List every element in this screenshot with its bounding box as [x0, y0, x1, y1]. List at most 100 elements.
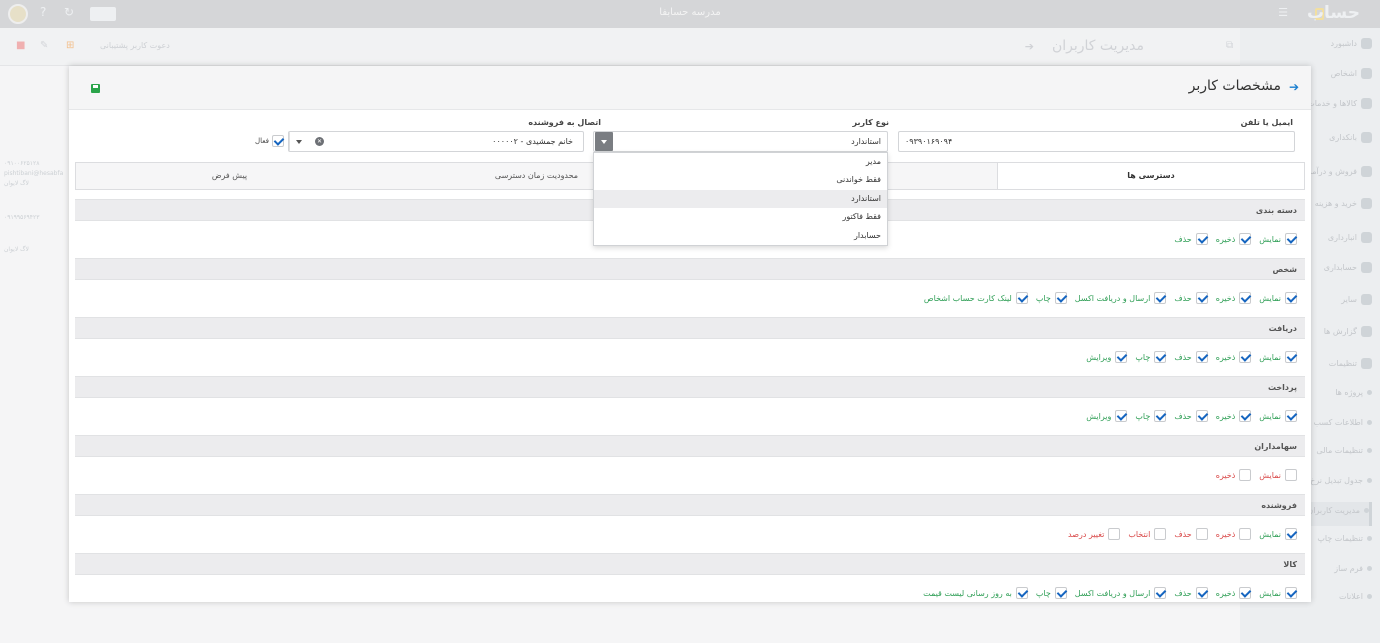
dropdown-option-accountant[interactable]: حسابدار	[594, 227, 887, 245]
permission-item[interactable]: نمایش	[1257, 586, 1297, 600]
permission-checkbox[interactable]	[1239, 292, 1252, 304]
permission-checkbox[interactable]	[1285, 587, 1297, 599]
clear-icon[interactable]: ✕	[315, 137, 324, 146]
permission-item[interactable]: نمایش	[1257, 232, 1297, 246]
permission-checkbox[interactable]	[1154, 587, 1167, 599]
permission-item[interactable]: ویرایش	[1084, 409, 1128, 423]
section-header: شخص	[75, 258, 1305, 280]
back-arrow-icon[interactable]: ➔	[1289, 80, 1299, 94]
permission-checkbox[interactable]	[1054, 292, 1067, 304]
invite-support-user-link[interactable]: دعوت کاربر پشتیبانی	[100, 41, 170, 50]
copy-icon[interactable]: ⧉	[1226, 40, 1233, 51]
permission-checkbox[interactable]	[1239, 587, 1252, 599]
back-arrow-icon[interactable]: ➔	[1025, 40, 1034, 53]
dropdown-option-admin[interactable]: مدیر	[594, 153, 887, 171]
permission-item[interactable]: ذخیره	[1214, 468, 1252, 482]
permission-label: نمایش	[1259, 411, 1281, 421]
permission-checkbox[interactable]	[1108, 528, 1121, 540]
permission-item[interactable]: ذخیره	[1214, 409, 1252, 423]
permission-checkbox[interactable]	[1154, 528, 1167, 540]
permission-item[interactable]: حذف	[1172, 291, 1208, 305]
permission-label: به روز رسانی لیست قیمت	[923, 588, 1012, 598]
permission-checkbox[interactable]	[1154, 292, 1167, 304]
permission-checkbox[interactable]	[1239, 469, 1252, 481]
permission-checkbox[interactable]	[1195, 410, 1208, 422]
permission-item[interactable]: نمایش	[1257, 527, 1297, 541]
tab-default[interactable]: پیش فرض	[76, 163, 383, 189]
vendor-dropdown-button[interactable]	[289, 132, 307, 151]
permission-item[interactable]: حذف	[1172, 586, 1208, 600]
permission-item[interactable]: ذخیره	[1214, 232, 1252, 246]
permission-item[interactable]: نمایش	[1257, 409, 1297, 423]
permission-checkbox[interactable]	[1285, 469, 1297, 481]
permission-item[interactable]: ذخیره	[1214, 350, 1252, 364]
sidebar-item-dashboard[interactable]: داشبورد	[1244, 38, 1372, 58]
dot-icon	[1367, 536, 1372, 541]
people-icon	[1361, 68, 1372, 79]
permission-checkbox[interactable]	[1195, 233, 1208, 245]
permission-checkbox[interactable]	[1054, 587, 1067, 599]
permission-item[interactable]: انتخاب	[1126, 527, 1167, 541]
permission-checkbox[interactable]	[1154, 410, 1167, 422]
permission-item[interactable]: به روز رسانی لیست قیمت	[921, 586, 1028, 600]
permission-checkbox[interactable]	[1015, 587, 1028, 599]
permission-checkbox[interactable]	[1285, 410, 1297, 422]
user-type-dropdown-button[interactable]	[595, 132, 613, 151]
edit-icon[interactable]: ✎	[40, 40, 48, 51]
permission-item[interactable]: تغییر درصد	[1066, 527, 1121, 541]
permission-checkbox[interactable]	[1015, 292, 1028, 304]
permission-checkbox[interactable]	[1285, 351, 1297, 363]
permission-item[interactable]: لینک کارت حساب اشخاص	[922, 291, 1028, 305]
permission-item[interactable]: ذخیره	[1214, 291, 1252, 305]
email-or-phone-input[interactable]: ۰۹۳۹۰۱۶۹۰۹۴	[898, 131, 1295, 152]
user-type-select[interactable]: استاندارد	[593, 131, 888, 152]
permission-item[interactable]: چاپ	[1034, 586, 1067, 600]
permission-checkbox[interactable]	[1195, 351, 1208, 363]
permission-checkbox[interactable]	[1285, 292, 1297, 304]
permission-checkbox[interactable]	[1195, 587, 1208, 599]
permission-checkbox[interactable]	[1239, 351, 1252, 363]
permission-checkbox[interactable]	[1239, 233, 1252, 245]
active-checkbox[interactable]	[272, 135, 284, 147]
save-icon[interactable]	[91, 84, 100, 93]
active-label: فعال	[255, 137, 269, 145]
dropdown-option-invoice-only[interactable]: فقط فاکتور	[594, 208, 887, 226]
permission-checkbox[interactable]	[1154, 351, 1167, 363]
permission-checkbox[interactable]	[1195, 528, 1208, 540]
permission-item[interactable]: نمایش	[1257, 291, 1297, 305]
permission-checkbox[interactable]	[1285, 233, 1297, 245]
permission-item[interactable]: نمایش	[1257, 468, 1297, 482]
permission-checkbox[interactable]	[1239, 410, 1252, 422]
permission-item[interactable]: ذخیره	[1214, 527, 1252, 541]
permission-checkbox[interactable]	[1115, 351, 1128, 363]
section-header: فروشنده	[75, 494, 1305, 516]
vendor-select[interactable]: ۰۰۰۰۰۲ - خانم جمشیدی	[288, 131, 584, 152]
permission-item[interactable]: ارسال و دریافت اکسل	[1073, 586, 1167, 600]
permission-item[interactable]: حذف	[1172, 409, 1208, 423]
permission-item[interactable]: ارسال و دریافت اکسل	[1073, 291, 1167, 305]
permission-label: تغییر درصد	[1068, 529, 1105, 539]
tab-access[interactable]: دسترسی ها	[997, 163, 1304, 189]
dropdown-option-standard[interactable]: استاندارد	[594, 190, 887, 208]
permission-item[interactable]: ذخیره	[1214, 586, 1252, 600]
permission-item[interactable]: حذف	[1172, 350, 1208, 364]
permission-checkbox[interactable]	[1285, 528, 1297, 540]
delete-icon[interactable]: ■	[16, 40, 25, 51]
permission-item[interactable]: نمایش	[1257, 350, 1297, 364]
permission-label: ارسال و دریافت اکسل	[1074, 588, 1151, 598]
app-title: مدرسه حسابفا	[659, 7, 721, 18]
sidebar-item-label: حسابداری	[1323, 263, 1357, 272]
permission-item[interactable]: حذف	[1172, 232, 1208, 246]
add-user-icon[interactable]: ⊞	[66, 40, 74, 51]
permission-item[interactable]: ویرایش	[1084, 350, 1128, 364]
permission-item[interactable]: چاپ	[1034, 291, 1067, 305]
permission-checkbox[interactable]	[1239, 528, 1252, 540]
permission-item[interactable]: حذف	[1172, 527, 1208, 541]
permission-checkbox[interactable]	[1195, 292, 1208, 304]
permission-checkbox[interactable]	[1115, 410, 1128, 422]
permission-item[interactable]: چاپ	[1133, 350, 1167, 364]
menu-icon[interactable]: ☰	[1278, 6, 1288, 19]
permission-item[interactable]: چاپ	[1133, 409, 1167, 423]
user-type-label: نوع کاربر	[852, 118, 889, 127]
dropdown-option-readonly[interactable]: فقط خواندنی	[594, 171, 887, 189]
